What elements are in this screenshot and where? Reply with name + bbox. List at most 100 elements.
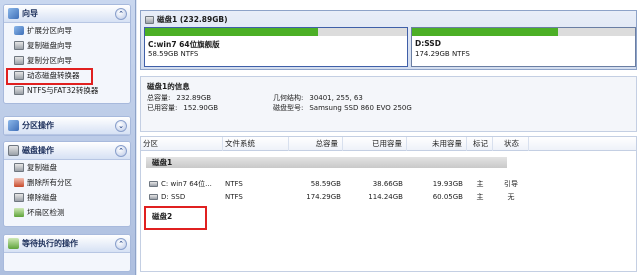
disk-ops-panel: 磁盘操作 ⌃ 复制磁盘 删除所有分区 擦除磁盘 坏扇区检测 bbox=[3, 141, 131, 227]
column-header-status[interactable]: 状态 bbox=[493, 137, 529, 151]
sidebar-item-copy-disk-wizard[interactable]: 复制磁盘向导 bbox=[4, 38, 130, 53]
cell-partition-text: C: win7 64位... bbox=[161, 180, 212, 188]
cell-filesystem: NTFS bbox=[225, 193, 243, 201]
sidebar-item-ntfs-fat32-converter[interactable]: NTFS与FAT32转换器 bbox=[4, 83, 130, 98]
cell-partition: D: SSD bbox=[149, 191, 185, 204]
bad-sector-icon bbox=[14, 208, 24, 217]
partition-icon bbox=[149, 181, 158, 187]
partition-block-detail: 58.59GB NTFS bbox=[148, 50, 199, 58]
disk-ops-panel-header[interactable]: 磁盘操作 ⌃ bbox=[4, 142, 130, 160]
collapse-icon[interactable]: ⌃ bbox=[115, 145, 127, 157]
partition-icon bbox=[149, 194, 158, 200]
partition-block-name: D:SSD bbox=[415, 39, 441, 48]
total-capacity-label: 总容量: bbox=[147, 94, 171, 102]
partition-ops-panel-title: 分区操作 bbox=[22, 121, 54, 130]
sidebar-item-label: 复制分区向导 bbox=[27, 56, 72, 65]
partition-ops-panel: 分区操作 ⌄ bbox=[3, 116, 131, 136]
disk-geometry-value: 30401, 255, 63 bbox=[309, 94, 363, 102]
copy-disk-icon bbox=[14, 163, 24, 172]
sidebar-item-label: 动态磁盘转换器 bbox=[27, 71, 80, 80]
disk-map: 磁盘1 (232.89GB) C:win7 64位旗舰版 58.59GB NTF… bbox=[140, 10, 637, 70]
sidebar-item-wipe-disk[interactable]: 擦除磁盘 bbox=[4, 190, 130, 205]
partition-block-detail: 174.29GB NTFS bbox=[415, 50, 470, 58]
table-header: 分区 文件系统 总容量 已用容量 未用容量 标记 状态 bbox=[141, 137, 636, 151]
wizard-panel-header[interactable]: 向导 ⌃ bbox=[4, 5, 130, 23]
cell-total: 174.29GB bbox=[306, 193, 341, 201]
column-header-partition[interactable]: 分区 bbox=[141, 137, 223, 151]
disk-model-label: 磁盘型号: bbox=[273, 104, 304, 112]
disk-model: 磁盘型号: Samsung SSD 860 EVO 250G bbox=[273, 103, 412, 113]
cell-free: 19.93GB bbox=[432, 180, 463, 188]
cell-free: 60.05GB bbox=[432, 193, 463, 201]
partition-block-c[interactable]: C:win7 64位旗舰版 58.59GB NTFS bbox=[144, 27, 408, 67]
cell-total: 58.59GB bbox=[310, 180, 341, 188]
wizard-icon bbox=[8, 8, 19, 19]
copy-partition-icon bbox=[14, 56, 24, 65]
disk-ops-panel-title: 磁盘操作 bbox=[22, 146, 54, 155]
cell-filesystem: NTFS bbox=[225, 180, 243, 188]
wizard-panel-title: 向导 bbox=[22, 9, 38, 18]
column-header-total[interactable]: 总容量 bbox=[289, 137, 343, 151]
wizard-panel: 向导 ⌃ 扩展分区向导 复制磁盘向导 复制分区向导 动态磁盘转换器 NTFS与F… bbox=[3, 4, 131, 104]
cell-flag: 主 bbox=[476, 193, 484, 201]
disk-ops-icon bbox=[8, 145, 19, 156]
total-capacity: 总容量: 232.89GB bbox=[147, 93, 211, 103]
partition-block-d[interactable]: D:SSD 174.29GB NTFS bbox=[411, 27, 636, 67]
used-capacity-label: 已用容量: bbox=[147, 104, 178, 112]
pending-ops-panel: 等待执行的操作 ⌃ bbox=[3, 234, 131, 272]
used-capacity-value: 152.90GB bbox=[183, 104, 219, 112]
sidebar-item-copy-disk[interactable]: 复制磁盘 bbox=[4, 160, 130, 175]
partition-block-name: C:win7 64位旗舰版 bbox=[148, 40, 220, 49]
sidebar-item-dynamic-disk-converter[interactable]: 动态磁盘转换器 bbox=[4, 68, 130, 83]
sidebar-item-label: NTFS与FAT32转换器 bbox=[27, 86, 99, 95]
sidebar-item-bad-sector-check[interactable]: 坏扇区检测 bbox=[4, 205, 130, 220]
cell-used: 38.66GB bbox=[372, 180, 403, 188]
partition-usage-fill bbox=[412, 28, 559, 36]
sidebar-item-delete-all-partitions[interactable]: 删除所有分区 bbox=[4, 175, 130, 190]
ntfs-fat32-converter-icon bbox=[14, 86, 24, 95]
sidebar-item-label: 复制磁盘 bbox=[27, 163, 57, 172]
disk-geometry: 几何结构: 30401, 255, 63 bbox=[273, 93, 363, 103]
sidebar-item-copy-partition-wizard[interactable]: 复制分区向导 bbox=[4, 53, 130, 68]
sidebar-item-label: 删除所有分区 bbox=[27, 178, 72, 187]
cell-partition-text: D: SSD bbox=[161, 193, 186, 201]
sidebar-item-label: 坏扇区检测 bbox=[27, 208, 65, 217]
cell-status: 无 bbox=[507, 193, 515, 201]
partition-usage-fill bbox=[145, 28, 318, 36]
cell-flag: 主 bbox=[476, 180, 484, 188]
collapse-icon[interactable]: ⌃ bbox=[115, 238, 127, 250]
total-capacity-value: 232.89GB bbox=[176, 94, 212, 102]
sidebar-item-expand-partition[interactable]: 扩展分区向导 bbox=[4, 23, 130, 38]
cell-partition: C: win7 64位... bbox=[149, 178, 212, 191]
cell-status: 引导 bbox=[504, 180, 518, 188]
table-row[interactable]: C: win7 64位... NTFS 58.59GB 38.66GB 19.9… bbox=[141, 178, 638, 191]
table-row[interactable]: D: SSD NTFS 174.29GB 114.24GB 60.05GB 主 … bbox=[141, 191, 638, 204]
column-header-filesystem[interactable]: 文件系统 bbox=[223, 137, 289, 151]
disk-info-panel: 磁盘1的信息 总容量: 232.89GB 已用容量: 152.90GB 几何结构: 3… bbox=[140, 76, 637, 132]
sidebar: 向导 ⌃ 扩展分区向导 复制磁盘向导 复制分区向导 动态磁盘转换器 NTFS与F… bbox=[0, 0, 136, 275]
pending-ops-panel-header[interactable]: 等待执行的操作 ⌃ bbox=[4, 235, 130, 253]
disk-info-title: 磁盘1的信息 bbox=[147, 82, 190, 91]
disk-geometry-label: 几何结构: bbox=[273, 94, 304, 102]
disk-group-row[interactable]: 磁盘1 bbox=[146, 157, 507, 168]
used-capacity: 已用容量: 152.90GB bbox=[147, 103, 218, 113]
partition-ops-icon bbox=[8, 120, 19, 131]
wipe-disk-icon bbox=[14, 193, 24, 202]
expand-icon[interactable]: ⌄ bbox=[115, 120, 127, 132]
delete-partitions-icon bbox=[14, 178, 24, 187]
collapse-icon[interactable]: ⌃ bbox=[115, 8, 127, 20]
disk-group-row[interactable]: 磁盘2 bbox=[146, 211, 507, 222]
sidebar-item-label: 复制磁盘向导 bbox=[27, 41, 72, 50]
column-header-free[interactable]: 未用容量 bbox=[407, 137, 467, 151]
disk-map-title-text: 磁盘1 (232.89GB) bbox=[157, 15, 228, 24]
expand-partition-icon bbox=[14, 26, 24, 35]
cell-used: 114.24GB bbox=[368, 193, 403, 201]
disk-icon bbox=[145, 15, 154, 24]
sidebar-item-label: 扩展分区向导 bbox=[27, 26, 72, 35]
disk-map-title: 磁盘1 (232.89GB) bbox=[145, 14, 228, 25]
column-header-used[interactable]: 已用容量 bbox=[343, 137, 407, 151]
pending-ops-icon bbox=[8, 238, 19, 249]
partition-table: 分区 文件系统 总容量 已用容量 未用容量 标记 状态 磁盘1 C: win7 … bbox=[140, 136, 637, 272]
column-header-flag[interactable]: 标记 bbox=[467, 137, 493, 151]
partition-ops-panel-header[interactable]: 分区操作 ⌄ bbox=[4, 117, 130, 135]
